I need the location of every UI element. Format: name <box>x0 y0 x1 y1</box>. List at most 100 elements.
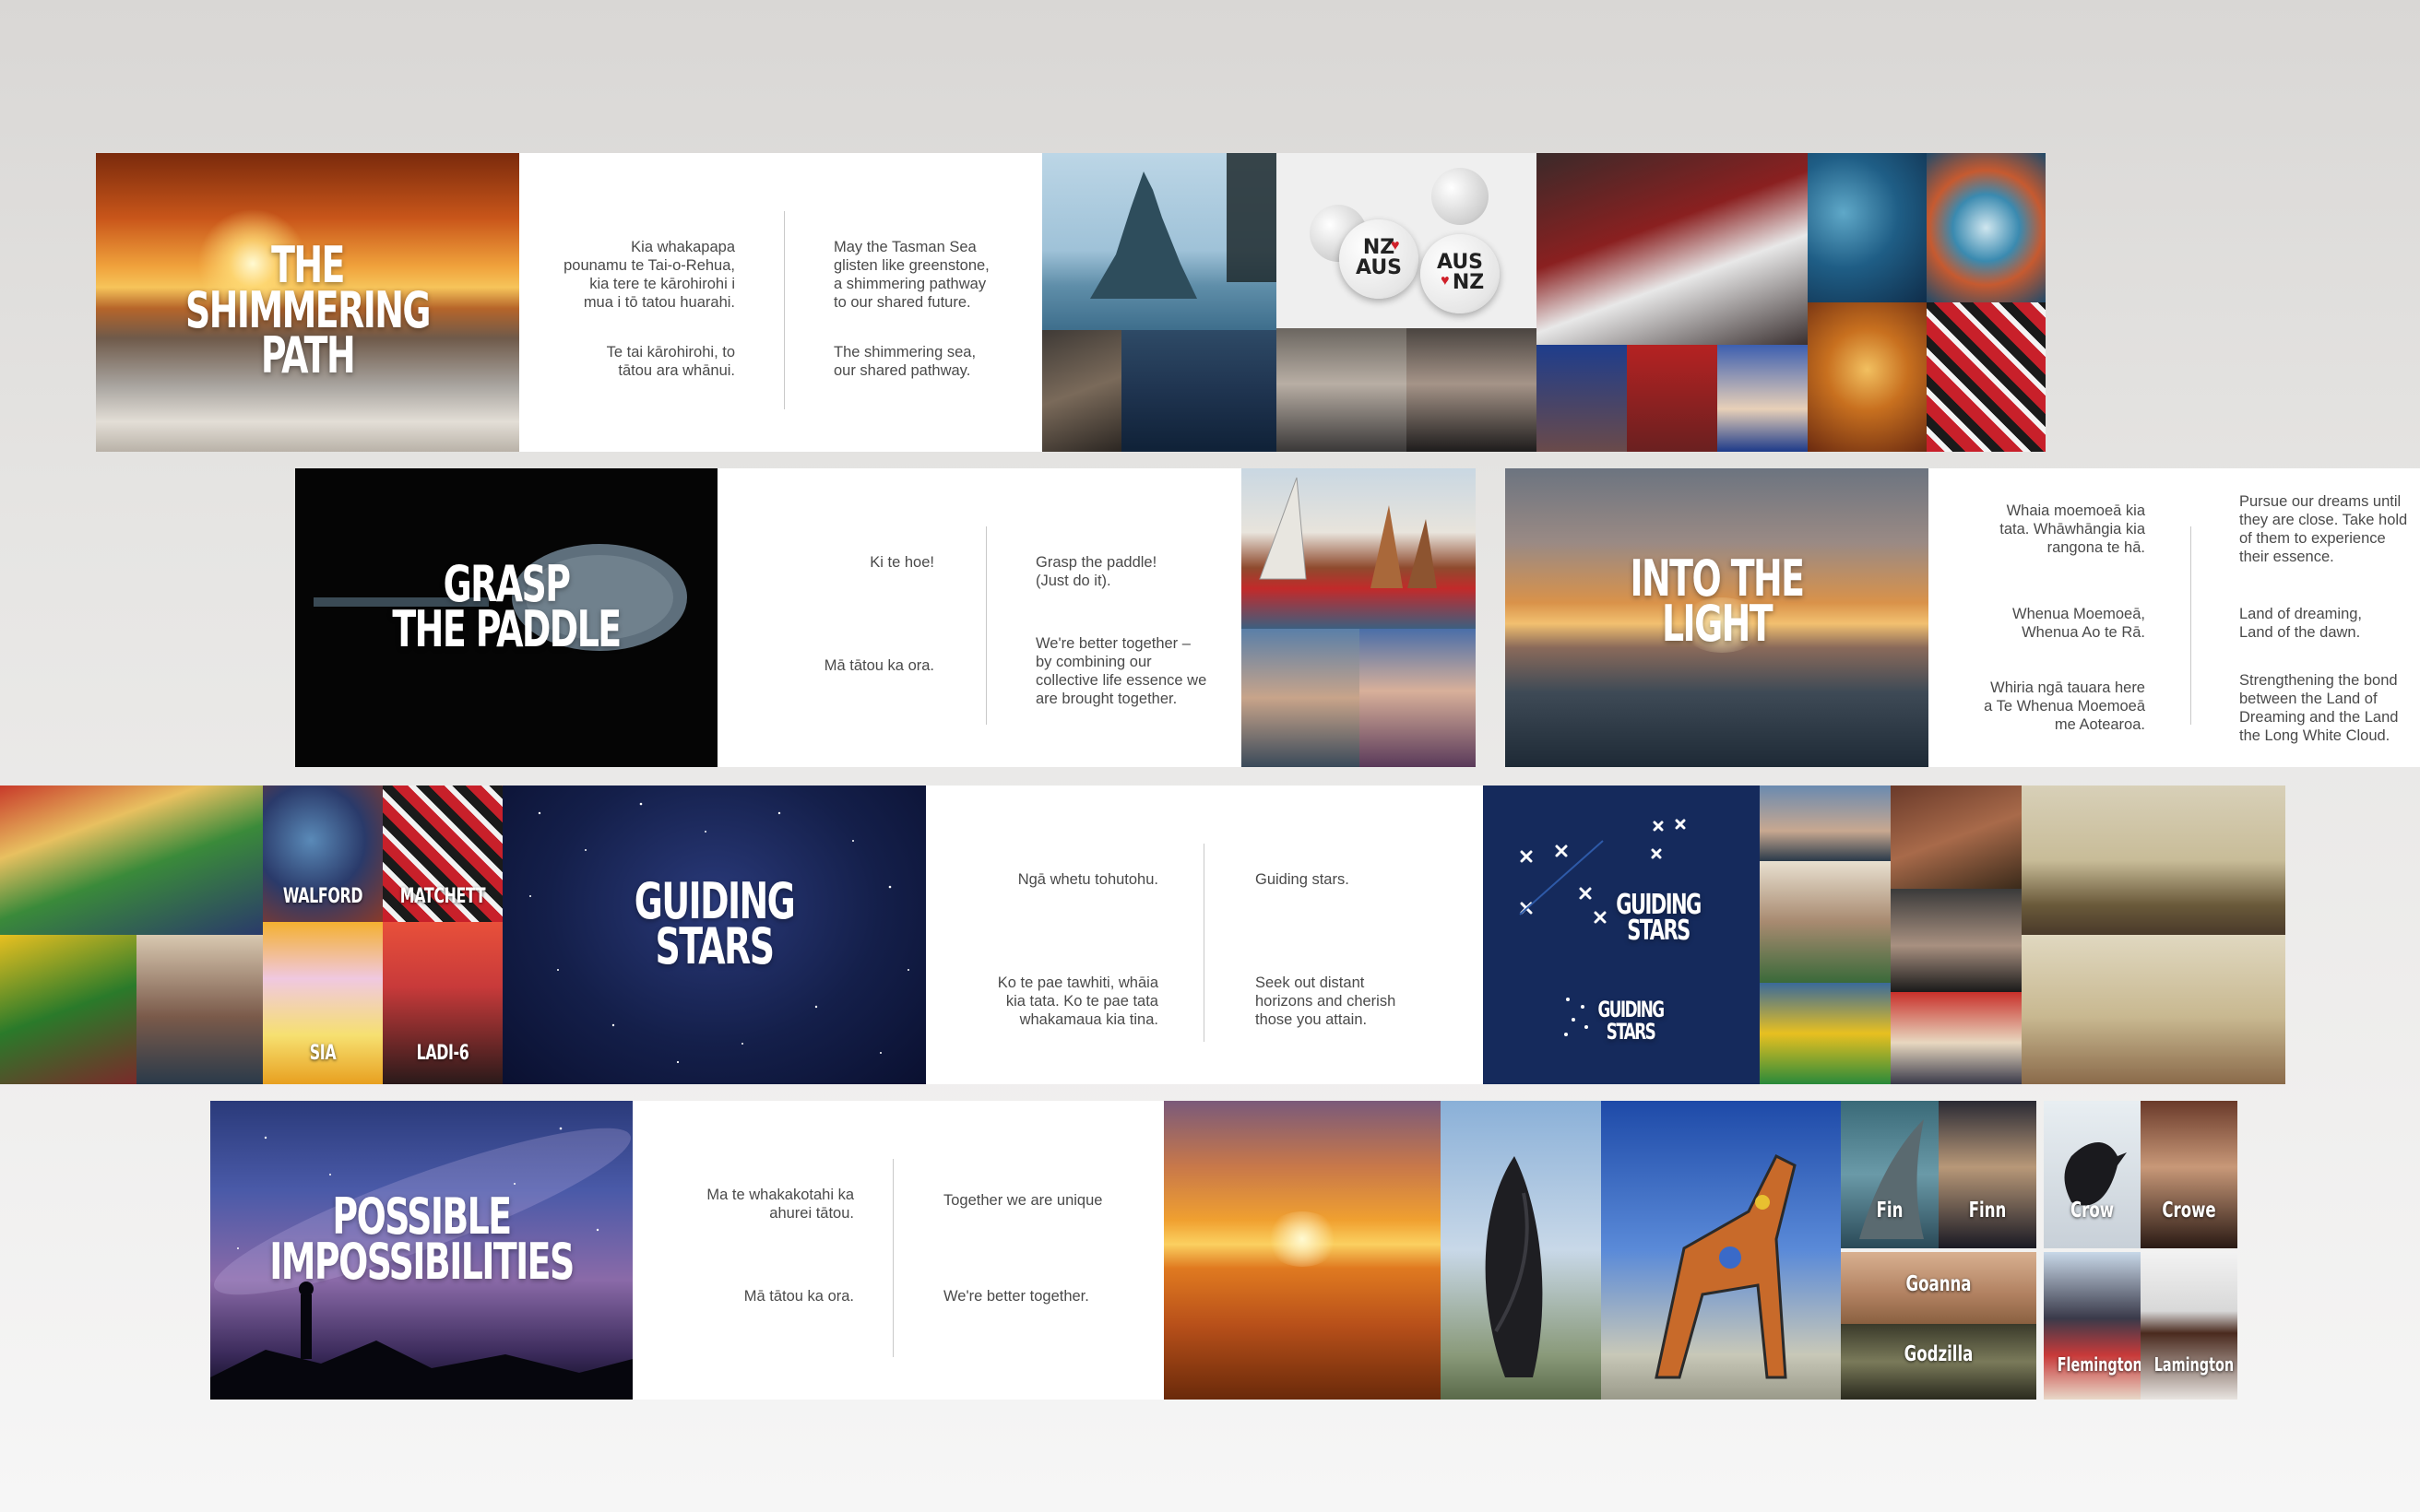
poster-small-title-line1: GUIDING <box>1597 997 1665 1022</box>
tile-crowe: Crowe <box>2141 1101 2237 1248</box>
cover-guiding-stars[interactable]: GUIDING STARS <box>503 786 926 1084</box>
poster-guiding-stars[interactable]: GUIDING STARS GUIDING STARS <box>1483 786 1760 1084</box>
label-finn: Finn <box>1968 1199 2007 1223</box>
photo-badges: NZ AUS ♥ AUS NZ ♥ <box>1276 153 1536 328</box>
photo-child <box>136 935 263 1084</box>
poster-small-title-line2: STARS <box>1606 1019 1656 1045</box>
heart-icon-2: ♥ <box>1441 273 1450 289</box>
verse-english-2: Seek out distant horizons and cherish th… <box>1255 975 1396 1028</box>
text-divider <box>986 526 987 725</box>
collage-rugby-fans[interactable] <box>1536 153 1808 452</box>
verse-english-2: We're better together – by combining our… <box>1036 635 1207 707</box>
sail-shapes <box>1259 477 1437 588</box>
photo-fan-woman <box>1717 345 1808 452</box>
tile-sia: SIA <box>263 922 383 1084</box>
art-dot-painting-blue <box>1808 153 1927 302</box>
collage-crowd-faces[interactable] <box>0 786 263 1084</box>
cover-shimmering-path[interactable]: THE SHIMMERING PATH <box>96 153 519 452</box>
label-fin: Fin <box>1876 1199 1904 1223</box>
photo-crowd-top <box>0 786 263 935</box>
verse-english-1: May the Tasman Sea glisten like greensto… <box>834 239 990 311</box>
photo-man-glasses <box>1760 861 1891 983</box>
label-matchett: MATCHETT <box>399 885 486 908</box>
label-flemington: Flemington <box>2057 1353 2141 1376</box>
verse-maori-1: Ki te hoe! <box>870 554 934 571</box>
collage-historic-paintings[interactable] <box>2022 786 2285 1084</box>
badge-nz-aus-top: NZ <box>1362 236 1395 259</box>
photo-sculpture-tree <box>1441 1101 1601 1400</box>
poster-title-line2: STARS <box>1627 915 1690 947</box>
collage-indigenous-art[interactable] <box>1808 153 2046 452</box>
text-page-grasp-the-paddle[interactable]: Ki te hoe! Mā tātou ka ora. Grasp the pa… <box>718 468 1241 767</box>
badge-nz-aus: NZ AUS ♥ <box>1339 219 1418 299</box>
photo-protest <box>1891 992 2022 1084</box>
verse-maori-3: Whiria ngā tauara here a Te Whenua Moemo… <box>1984 679 2145 733</box>
verse-english-3: Strengthening the bond between the Land … <box>2239 672 2399 744</box>
verse-maori-2: Mā tātou ka ora. <box>743 1288 854 1305</box>
verse-maori-2: Te tai kārohirohi, to tātou ara whānui. <box>606 344 735 379</box>
cover-into-the-light[interactable]: INTO THE LIGHT <box>1505 468 1928 767</box>
collage-name-puns[interactable]: Fin Finn Crow Crowe Goanna Godzilla Flem… <box>1841 1101 2237 1400</box>
sea-stack-shape <box>1090 153 1276 299</box>
cover-title-line2: LIGHT <box>1661 595 1773 653</box>
collage-portraits[interactable] <box>1760 786 2022 1084</box>
verse-english-2: The shimmering sea, our shared pathway. <box>834 344 977 379</box>
photo-waka-sails <box>1241 468 1476 629</box>
verse-maori-1: Ma te whakakotahi ka ahurei tātou. <box>706 1187 854 1222</box>
photo-kayaker <box>1121 330 1276 452</box>
cover-grasp-the-paddle[interactable]: GRASP THE PADDLE <box>295 468 718 767</box>
text-page-into-the-light[interactable]: Whaia moemoeā kia tata. Whāwhāngia kia r… <box>1928 468 2420 767</box>
verse-maori-1: Ngā whetu tohutohu. <box>1017 871 1158 888</box>
photo-fans-blue <box>1536 345 1627 452</box>
text-divider <box>893 1159 894 1357</box>
photo-woman-1 <box>1276 328 1406 452</box>
badge-aus-nz-top: AUS <box>1436 251 1484 274</box>
tile-godzilla: Godzilla <box>1841 1324 2036 1400</box>
shark-fin-shape <box>1859 1119 1924 1239</box>
sun-glow <box>1265 1211 1339 1267</box>
badge-blank-2 <box>1431 168 1489 225</box>
cover-title-line2: IMPOSSIBILITIES <box>269 1233 575 1291</box>
text-page-possible-impossibilities[interactable]: Ma te whakakotahi ka ahurei tātou. Mā tā… <box>633 1101 1164 1400</box>
label-sia: SIA <box>309 1042 337 1065</box>
tile-finn: Finn <box>1939 1101 2036 1248</box>
collage-rock-ocean[interactable] <box>1042 153 1276 452</box>
art-koru-swirl <box>1927 153 2046 302</box>
label-walford: WALFORD <box>282 885 363 908</box>
tile-crow: Crow <box>2044 1101 2141 1248</box>
photo-sports-team <box>1760 983 1891 1084</box>
badge-nz-aus-bottom: AUS <box>1355 256 1403 279</box>
tile-walford: WALFORD <box>263 786 383 922</box>
collage-badges-people[interactable]: NZ AUS ♥ AUS NZ ♥ <box>1276 153 1536 452</box>
text-page-shimmering-path[interactable]: Kia whakapapa pounamu te Tai-o-Rehua, ki… <box>519 153 1042 452</box>
painting-waka-shore <box>2022 786 2285 935</box>
tile-flemington: Flemington <box>2044 1252 2141 1400</box>
verse-english-1: Together we are unique <box>943 1192 1103 1209</box>
collage-sculptures[interactable] <box>1441 1101 1841 1400</box>
verse-maori-2: Ko te pae tawhiti, whāia kia tata. Ko te… <box>997 975 1158 1028</box>
photo-crew <box>1241 629 1359 767</box>
photo-sunset-sea[interactable] <box>1164 1101 1441 1400</box>
painting-camp <box>2022 935 2285 1084</box>
verse-english-1: Guiding stars. <box>1255 871 1349 888</box>
collage-waka-sailing[interactable] <box>1241 468 1476 767</box>
photo-group <box>1359 629 1476 767</box>
verse-english-1: Grasp the paddle! (Just do it). <box>1036 554 1157 589</box>
art-dot-painting-orange <box>1808 302 1927 452</box>
cover-title-line2: STARS <box>655 917 775 975</box>
text-page-guiding-stars[interactable]: Ngā whetu tohutohu. Ko te pae tawhiti, w… <box>926 786 1483 1084</box>
photo-carving <box>1891 786 2022 889</box>
verse-maori-1: Whaia moemoeā kia tata. Whāwhāngia kia r… <box>1999 502 2145 556</box>
cover-possible-impossibilities[interactable]: POSSIBLE IMPOSSIBILITIES <box>210 1101 633 1400</box>
verse-english-2: We're better together. <box>943 1288 1089 1305</box>
text-divider <box>2190 526 2191 725</box>
photo-man-hat <box>1891 889 2022 992</box>
verse-english-1: Pursue our dreams until they are close. … <box>2239 493 2408 565</box>
tile-goanna: Goanna <box>1841 1252 2036 1324</box>
cover-title-line2: THE PADDLE <box>392 600 622 658</box>
collage-artists[interactable]: WALFORD MATCHETT SIA LADI-6 <box>263 786 503 1084</box>
sculpture-shape <box>1485 1156 1543 1377</box>
badge-aus-nz: AUS NZ ♥ <box>1420 234 1500 313</box>
verse-maori-1: Kia whakapapa pounamu te Tai-o-Rehua, ki… <box>563 239 735 311</box>
label-crow: Crow <box>2070 1199 2115 1223</box>
